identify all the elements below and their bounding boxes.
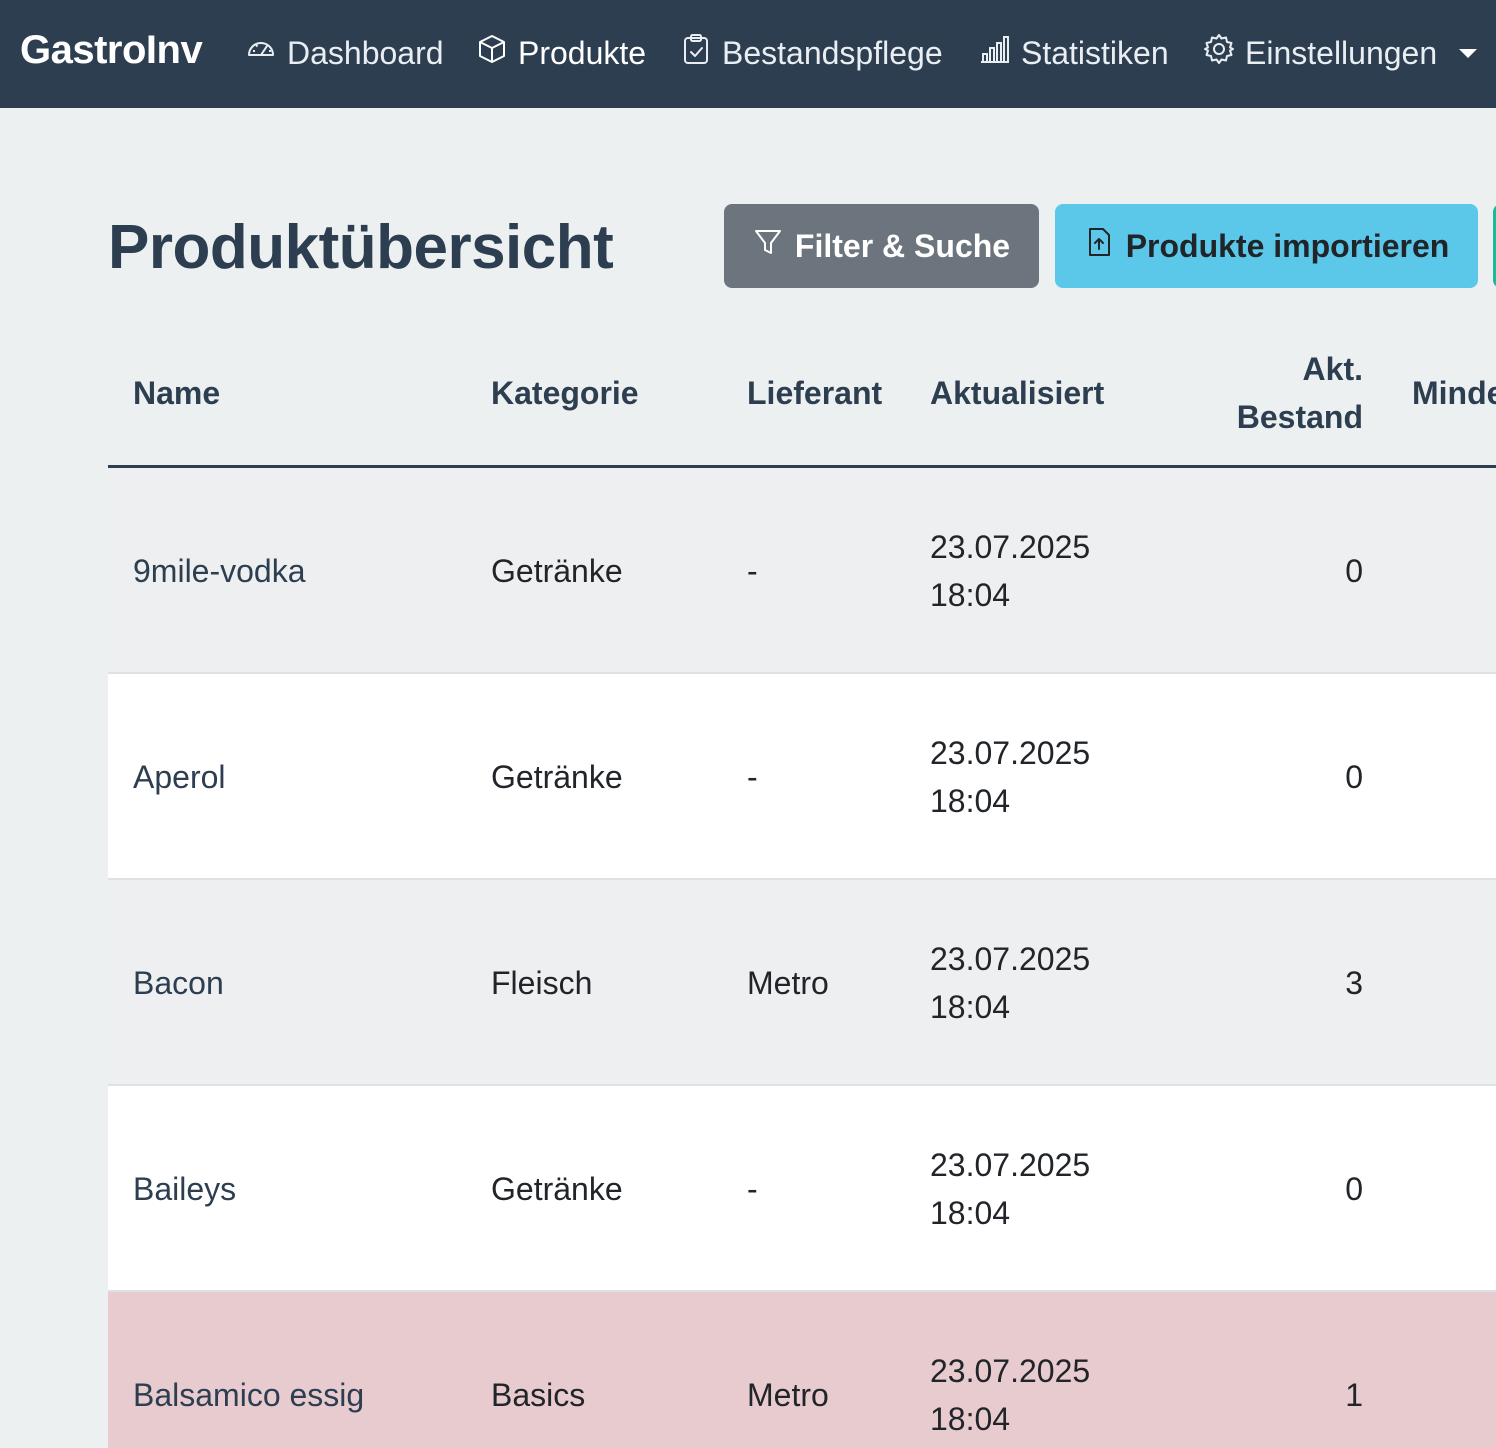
nav-einstellungen-label: Einstellungen [1245,34,1438,71]
cell-updated-date: 23.07.2025 [930,1147,1091,1183]
table-row[interactable]: Bacon Fleisch Metro 23.07.2025 18:04 3 [108,880,1496,1086]
chevron-down-icon [1459,48,1478,58]
cell-name: Aperol [133,759,226,795]
cell-stock: 0 [1345,759,1363,795]
cell-updated-time: 18:04 [930,577,1011,613]
header-supplier[interactable]: Lieferant [747,369,882,417]
header-name[interactable]: Name [133,369,220,417]
cell-updated: 23.07.2025 18:04 [930,523,1090,619]
cell-updated-time: 18:04 [930,1195,1011,1231]
header-stock[interactable]: Akt. Bestand [1237,345,1363,441]
products-table: Name Kategorie Lieferant Aktualisiert Ak… [108,320,1496,1448]
nav-produkte-label: Produkte [518,34,647,71]
table-header: Name Kategorie Lieferant Aktualisiert Ak… [108,320,1496,468]
cell-name: Baileys [133,1171,237,1207]
cell-category: Getränke [491,759,623,795]
cell-supplier: Metro [747,1377,829,1413]
cell-supplier: - [747,553,758,589]
cell-stock: 0 [1345,553,1363,589]
cell-updated-time: 18:04 [930,1401,1011,1437]
cell-category: Getränke [491,1171,623,1207]
brand-logo[interactable]: GastroInv [20,28,203,73]
box-icon [476,33,508,73]
bar-chart-icon [979,33,1011,73]
top-navbar: GastroInv Dashboard Produkte Bestandspfl… [0,0,1496,108]
cell-supplier: Metro [747,965,829,1001]
cell-updated: 23.07.2025 18:04 [930,935,1090,1031]
cell-stock: 3 [1345,965,1363,1001]
cell-updated-date: 23.07.2025 [930,941,1091,977]
cell-updated: 23.07.2025 18:04 [930,1347,1090,1443]
nav-produkte[interactable]: Produkte [476,30,646,76]
page-title: Produktübersicht [108,213,614,282]
header-category[interactable]: Kategorie [491,369,639,417]
cell-stock: 1 [1345,1377,1363,1413]
header-updated[interactable]: Aktualisiert [930,369,1104,417]
cell-category: Getränke [491,553,623,589]
clipboard-check-icon [680,33,712,73]
cell-category: Basics [491,1377,586,1413]
filter-search-button[interactable]: Filter & Suche [724,204,1039,288]
import-products-label: Produkte importieren [1125,227,1450,264]
cell-category: Fleisch [491,965,593,1001]
cell-updated-date: 23.07.2025 [930,735,1091,771]
gear-icon [1203,33,1235,73]
cell-updated-time: 18:04 [930,989,1011,1025]
table-row[interactable]: Aperol Getränke - 23.07.2025 18:04 0 [108,674,1496,880]
nav-einstellungen[interactable]: Einstellungen [1203,30,1478,76]
cell-name: Bacon [133,965,224,1001]
cell-updated-date: 23.07.2025 [930,529,1091,565]
cell-updated-time: 18:04 [930,783,1011,819]
cell-supplier: - [747,1171,758,1207]
cell-stock: 0 [1345,1171,1363,1207]
import-products-button[interactable]: Produkte importieren [1055,204,1478,288]
cell-supplier: - [747,759,758,795]
table-row[interactable]: 9mile-vodka Getränke - 23.07.2025 18:04 … [108,468,1496,674]
nav-statistiken[interactable]: Statistiken [979,30,1169,76]
cell-name: 9mile-vodka [133,553,306,589]
nav-dashboard-label: Dashboard [287,34,444,71]
funnel-icon [753,227,783,265]
nav-bestandspflege[interactable]: Bestandspflege [680,30,943,76]
table-row[interactable]: Baileys Getränke - 23.07.2025 18:04 0 [108,1086,1496,1292]
nav-bestandspflege-label: Bestandspflege [722,34,943,71]
cell-updated: 23.07.2025 18:04 [930,1141,1090,1237]
nav-dashboard[interactable]: Dashboard [245,30,444,76]
header-stock-line1: Akt. [1302,351,1363,387]
cell-updated-date: 23.07.2025 [930,1353,1091,1389]
nav-statistiken-label: Statistiken [1021,34,1169,71]
cell-name: Balsamico essig [133,1377,365,1413]
filter-search-label: Filter & Suche [794,227,1011,264]
cell-updated: 23.07.2025 18:04 [930,729,1090,825]
table-row[interactable]: Balsamico essig Basics Metro 23.07.2025 … [108,1292,1496,1448]
header-min-stock[interactable]: Minde [1412,369,1496,417]
speedometer-icon [245,33,277,73]
header-stock-line2: Bestand [1236,399,1363,435]
file-upload-icon [1084,227,1114,265]
